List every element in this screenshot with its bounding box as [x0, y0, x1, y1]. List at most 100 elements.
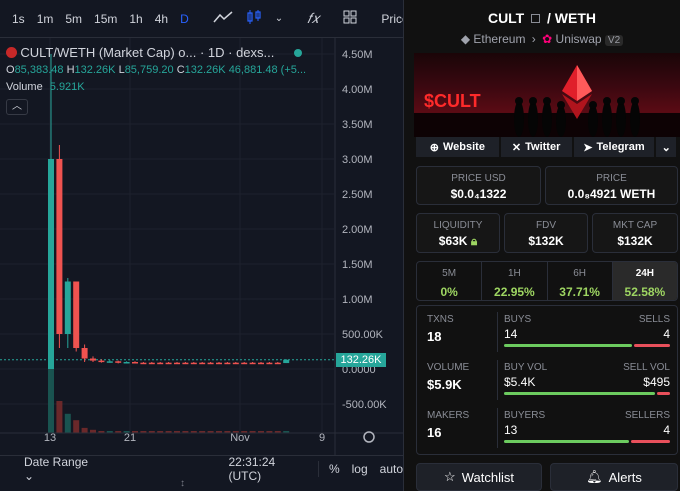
collapse-legend-button[interactable]: ︿: [6, 99, 28, 115]
candle-body: [106, 361, 113, 363]
volume-bar: [48, 369, 54, 433]
candle-body: [157, 362, 164, 365]
change-value: 46,881.48 (+5...: [228, 64, 307, 76]
candle-body: [48, 159, 54, 369]
timeframe-1h[interactable]: 1h: [123, 12, 148, 26]
auto-toggle[interactable]: auto: [380, 462, 403, 476]
candle-body: [266, 362, 273, 365]
dex-name[interactable]: Uniswap: [556, 32, 602, 46]
chevron-down-icon[interactable]: ⌄: [269, 13, 289, 24]
candle-body: [283, 359, 290, 364]
candle-body: [190, 362, 197, 365]
candle-body: [90, 358, 96, 361]
txns-value: 18: [427, 329, 442, 344]
candle-body: [132, 362, 138, 364]
alerts-button[interactable]: 🔔︎ Alerts: [550, 463, 678, 491]
tab-6h[interactable]: 6H 37.71%: [548, 262, 613, 300]
y-tick-label: 4.50M: [342, 49, 373, 61]
high-label: H: [66, 64, 75, 76]
liquidity-label: LIQUIDITY: [433, 220, 483, 231]
candle-body: [174, 362, 180, 365]
y-tick-label: -500.00K: [342, 399, 387, 411]
high-value: 132.26K: [74, 64, 116, 76]
more-links-button[interactable]: ⌄: [656, 137, 677, 157]
legend-title: CULT/WETH (Market Cap) o... · 1D · dexs.…: [20, 45, 275, 60]
volume-bar: [73, 420, 80, 433]
legend-ohlc: O85,383.48 H132.26K L85,759.20 C132.26K …: [6, 62, 306, 79]
candle-body: [98, 360, 105, 363]
chevron-down-icon: ⌄: [661, 141, 671, 154]
chart-legend: CULT/WETH (Market Cap) o... · 1D · dexs.…: [6, 44, 306, 115]
sells-value: 4: [663, 327, 670, 341]
liquidity-card: LIQUIDITY $63K 🔒︎: [416, 213, 500, 253]
candle-body: [81, 348, 88, 359]
candle-body: [140, 362, 147, 365]
x-icon: ✕: [511, 141, 522, 154]
pair-title: CULT / WETH: [404, 10, 680, 26]
price-change-tabs: 5M 0% 1H 22.95% 6H 37.71% 24H 52.58%: [416, 261, 678, 301]
tab-1h[interactable]: 1H 22.95%: [482, 262, 548, 300]
percent-toggle[interactable]: %: [329, 462, 340, 476]
x-tick-label: Nov: [230, 432, 250, 444]
volume-row: VOLUME $5.9K BUY VOL SELL VOL $5.4K $495: [417, 354, 679, 402]
utc-time[interactable]: 22:31:24 (UTC): [228, 455, 308, 483]
website-link[interactable]: ⊕ Website: [416, 137, 499, 157]
stats-divider: [497, 360, 498, 400]
fdv-card: FDV $132K: [504, 213, 588, 253]
x-tick-label: 13: [44, 432, 56, 444]
tab-5m[interactable]: 5M 0%: [417, 262, 483, 300]
chart-pane: 1s 1m 5m 15m 1h 4h D ⌄ 𝑓𝑥 Price / M CULT…: [0, 0, 429, 491]
resize-handle-icon[interactable]: ↕: [180, 478, 185, 489]
volume-label: Volume: [6, 81, 43, 93]
last-price-tag: 132.26K: [336, 353, 386, 367]
sellvol-label: SELL VOL: [623, 362, 670, 373]
price-native-card: PRICE 0.0₈4921 WETH: [545, 166, 678, 205]
telegram-link[interactable]: ➤ Telegram: [573, 137, 655, 157]
timeframe-1s[interactable]: 1s: [6, 12, 31, 26]
buyers-label: BUYERS: [504, 410, 546, 421]
tab-24h[interactable]: 24H 52.58%: [612, 262, 677, 300]
candle-body: [64, 281, 71, 334]
open-label: O: [6, 64, 15, 76]
globe-icon: ⊕: [429, 141, 439, 154]
x-tick-label: 21: [124, 432, 136, 444]
log-toggle[interactable]: log: [352, 462, 368, 476]
token-banner: $CULT: [414, 53, 680, 137]
twitter-link[interactable]: ✕ Twitter: [500, 137, 572, 157]
bell-icon: 🔔︎: [586, 469, 603, 484]
timeframe-15m[interactable]: 15m: [88, 12, 123, 26]
copy-icon[interactable]: [531, 14, 541, 23]
timeframe-d[interactable]: D: [174, 12, 195, 26]
price-usd-value: $0.0₄1322: [450, 187, 507, 201]
indicators-icon[interactable]: 𝑓𝑥: [301, 10, 325, 27]
txns-label: TXNS: [427, 314, 454, 325]
timeframe-5m[interactable]: 5m: [59, 12, 88, 26]
candle-body: [241, 362, 248, 365]
timeframe-4h[interactable]: 4h: [149, 12, 174, 26]
timeframe-1m[interactable]: 1m: [31, 12, 60, 26]
makers-row: MAKERS 16 BUYERS SELLERS 13 4: [417, 402, 679, 450]
banner-text: $CULT: [424, 91, 481, 111]
sellers-value: 4: [663, 423, 670, 437]
mktcap-card: MKT CAP $132K: [592, 213, 678, 253]
candles-icon[interactable]: [239, 9, 269, 28]
social-links: ⊕ Website ✕ Twitter ➤ Telegram ⌄: [416, 137, 678, 157]
candle-body: [232, 362, 239, 365]
low-value: 85,759.20: [124, 64, 174, 76]
pair-logo-icon: [6, 47, 17, 58]
buyers-ratio-bar: [504, 440, 670, 443]
volume-value: 5.921K: [49, 81, 85, 93]
layout-grid-icon[interactable]: [337, 10, 363, 27]
volume-ratio-bar: [504, 392, 670, 395]
pair-subtitle: ◆ Ethereum › ✿ Uniswap V2: [404, 32, 680, 46]
watchlist-button[interactable]: ☆ Watchlist: [416, 463, 542, 491]
status-dot-icon: [293, 49, 302, 57]
buys-label: BUYS: [504, 314, 532, 325]
makers-label: MAKERS: [427, 410, 470, 421]
candle-body: [123, 362, 130, 364]
sellvol-value: $495: [643, 375, 670, 389]
date-range-button[interactable]: Date Range ⌄: [24, 455, 98, 483]
line-chart-icon[interactable]: [207, 10, 239, 27]
liquidity-value: $63K 🔒︎: [438, 234, 478, 248]
chain-name[interactable]: Ethereum: [473, 32, 525, 46]
